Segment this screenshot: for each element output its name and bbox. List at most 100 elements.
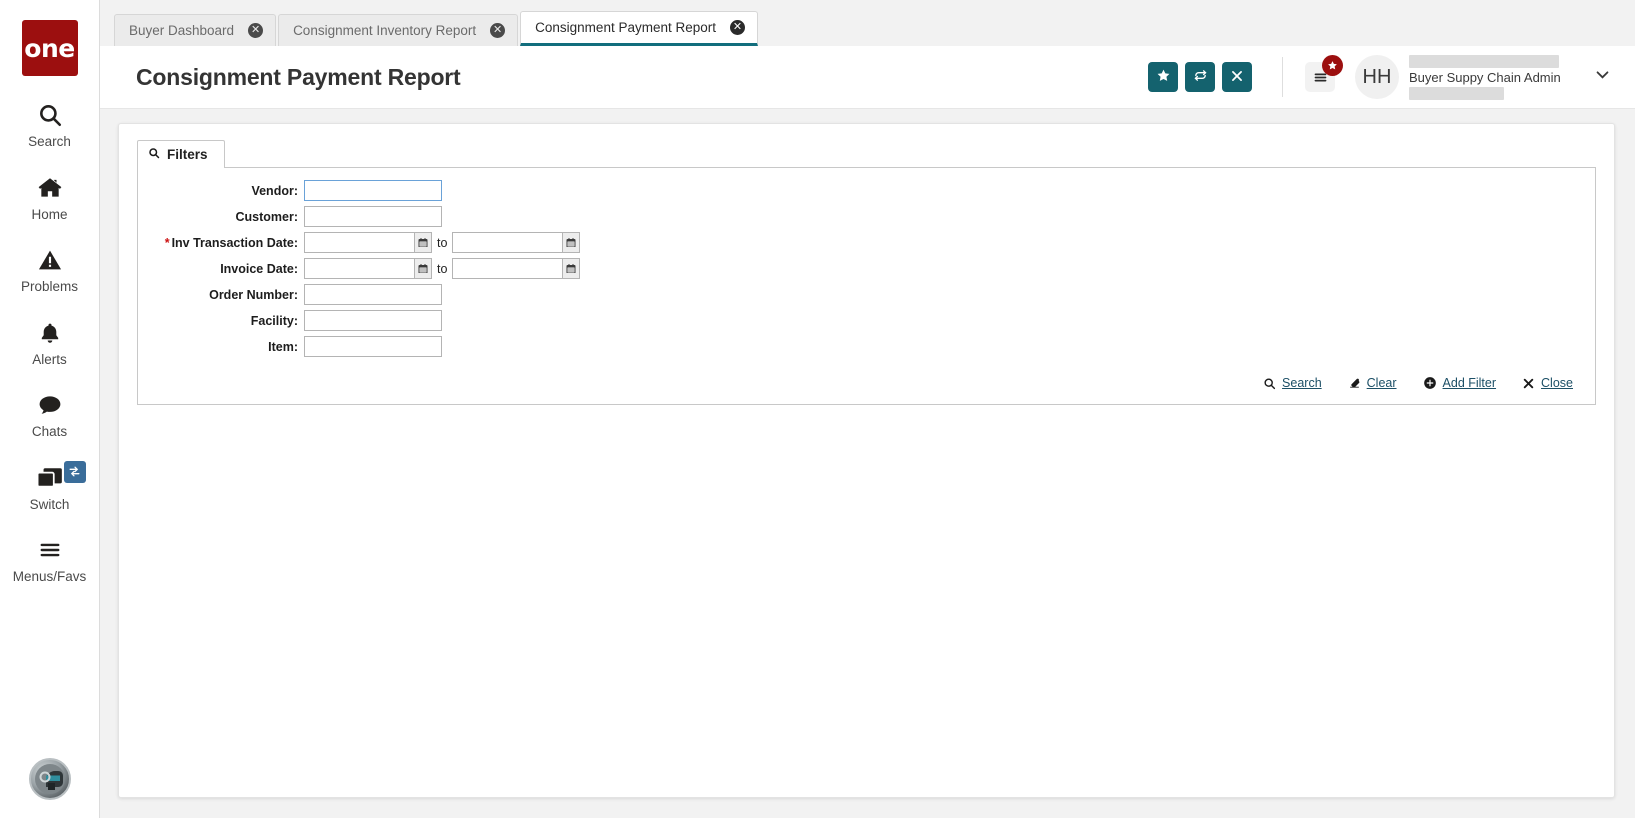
search-icon [148,147,160,162]
close-circle-icon[interactable]: ✕ [730,20,745,35]
item-label: Item: [268,339,298,354]
app-logo-text: one [24,33,75,63]
invoice-date-to-input[interactable] [452,258,563,279]
avatar[interactable]: HH [1355,55,1399,99]
search-link-label: Search [1282,376,1322,390]
clear-link[interactable]: Clear [1348,376,1397,390]
close-circle-icon[interactable]: ✕ [248,23,264,38]
page-header: Consignment Payment Report HH Buyer Supp… [100,46,1635,109]
vendor-input[interactable] [304,180,442,201]
inv-transaction-date-to-input[interactable] [452,232,563,253]
left-nav-rail: one Search Home Problems Alerts Chats Sw… [0,0,100,818]
tab-label: Consignment Payment Report [535,20,716,35]
x-icon [1522,377,1535,390]
header-divider [1282,57,1283,97]
item-input[interactable] [304,336,442,357]
calendar-icon[interactable] [414,258,432,279]
content-wrapper: Filters Vendor: Customer: * Inv Transact… [100,109,1635,818]
tab-consignment-payment-report[interactable]: Consignment Payment Report ✕ [520,11,758,46]
close-link-label: Close [1541,376,1573,390]
add-filter-link[interactable]: Add Filter [1423,376,1497,390]
redacted-user-detail [1409,86,1504,100]
warning-triangle-icon [37,245,63,275]
filter-row-vendor: Vendor: [152,180,1581,201]
star-icon [1156,68,1171,86]
invoice-date-from [304,258,432,279]
close-button[interactable] [1222,62,1252,92]
main-area: Buyer Dashboard ✕ Consignment Inventory … [100,0,1635,818]
invoice-date-range: to [304,258,581,279]
browser-tab-strip: Buyer Dashboard ✕ Consignment Inventory … [100,0,1635,46]
ai-assistant-avatar-icon[interactable] [28,758,71,800]
app-root: one Search Home Problems Alerts Chats Sw… [0,0,1635,818]
tab-buyer-dashboard[interactable]: Buyer Dashboard ✕ [114,14,277,46]
page-title: Consignment Payment Report [136,63,461,90]
notifications-menu-button[interactable] [1305,55,1343,92]
close-link[interactable]: Close [1522,376,1573,390]
user-info-block: Buyer Suppy Chain Admin [1409,54,1561,100]
user-menu-toggle[interactable] [1587,62,1617,92]
chat-bubble-icon [36,390,64,420]
sidebar-item-label: Alerts [32,351,67,367]
search-icon [37,100,63,130]
sidebar-item-label: Home [31,206,68,222]
tab-filters-label: Filters [167,147,208,162]
invoice-date-from-input[interactable] [304,258,414,279]
calendar-icon[interactable] [562,258,581,279]
customer-input[interactable] [304,206,442,227]
favorite-button[interactable] [1148,62,1178,92]
refresh-icon [1193,68,1208,86]
inv-transaction-date-label-text: Inv Transaction Date: [171,235,298,250]
swap-arrows-icon[interactable] [63,460,86,483]
sidebar-item-chats[interactable]: Chats [0,390,100,439]
home-icon [36,173,64,203]
filter-row-inv-transaction-date: * Inv Transaction Date: to [152,232,1581,253]
sidebar-item-problems[interactable]: Problems [0,245,100,294]
order-number-label: Order Number: [209,287,298,302]
report-content-card: Filters Vendor: Customer: * Inv Transact… [118,123,1615,798]
sidebar-item-menus-favs[interactable]: Menus/Favs [0,535,100,584]
calendar-icon[interactable] [414,232,432,253]
refresh-button[interactable] [1185,62,1215,92]
customer-label: Customer: [235,209,298,224]
inv-transaction-date-to-label: to [437,235,448,250]
user-role-label: Buyer Suppy Chain Admin [1409,69,1561,85]
sidebar-item-search[interactable]: Search [0,100,100,149]
app-logo[interactable]: one [21,20,78,76]
inv-transaction-date-to [452,232,581,253]
inv-transaction-date-label: * Inv Transaction Date: [152,236,304,250]
inv-transaction-date-from-input[interactable] [304,232,414,253]
x-icon [1230,69,1244,86]
order-number-input[interactable] [304,284,442,305]
tab-consignment-inventory-report[interactable]: Consignment Inventory Report ✕ [278,14,519,46]
close-circle-icon[interactable]: ✕ [490,23,506,38]
facility-label: Facility: [250,313,298,328]
filter-row-item: Item: [152,336,1581,357]
filter-row-invoice-date: Invoice Date: to [152,258,1581,279]
tab-label: Buyer Dashboard [129,23,235,38]
inv-transaction-date-from [304,232,432,253]
search-link[interactable]: Search [1263,376,1322,390]
sidebar-item-label: Switch [29,496,70,512]
search-icon [1263,377,1276,390]
add-filter-link-label: Add Filter [1442,376,1497,390]
star-badge-icon [1322,55,1343,76]
hamburger-icon [36,535,64,565]
filters-tab-row: Filters [137,140,1596,168]
filter-actions: Search Clear Add Filter Close [152,362,1581,394]
eraser-icon [1348,377,1361,390]
sidebar-item-switch[interactable]: Switch [0,460,100,512]
invoice-date-to-label: to [437,261,448,276]
sidebar-item-alerts[interactable]: Alerts [0,318,100,367]
sidebar-item-label: Menus/Favs [12,569,87,584]
sidebar-item-home[interactable]: Home [0,173,100,222]
header-action-buttons [1148,62,1252,92]
filter-row-order-number: Order Number: [152,284,1581,305]
tab-label: Consignment Inventory Report [293,23,477,38]
redacted-user-name [1409,54,1559,68]
facility-input[interactable] [304,310,442,331]
tab-filters[interactable]: Filters [137,140,225,168]
calendar-icon[interactable] [562,232,581,253]
required-asterisk: * [164,235,170,250]
inv-transaction-date-range: to [304,232,581,253]
